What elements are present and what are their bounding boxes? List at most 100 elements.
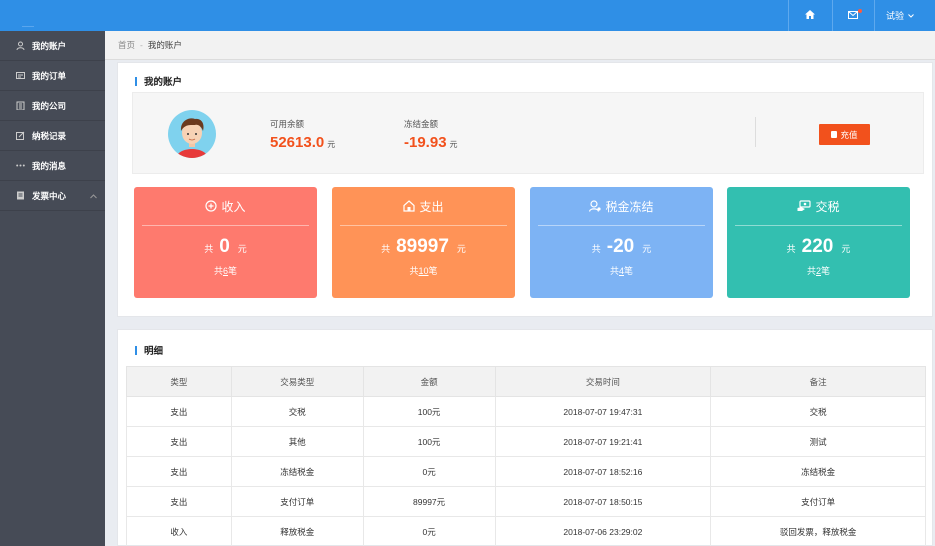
top-bar: 试验 xyxy=(0,0,935,31)
table-cell: 释放税金 xyxy=(230,516,364,546)
amount-unit: 元 xyxy=(237,244,247,254)
tax-paid-card[interactable]: 交税 共 220 元 共2笔 xyxy=(727,187,910,298)
count-suffix: 笔 xyxy=(821,266,831,276)
company-icon xyxy=(15,101,25,111)
house-icon xyxy=(403,200,416,212)
table-row: 收入 释放税金 0元 2018-07-06 23:29:02 驳回发票，释放税金 xyxy=(126,516,926,546)
table-cell: 支付订单 xyxy=(710,486,926,517)
expense-card[interactable]: 支出 共 89997 元 共10笔 xyxy=(332,187,515,298)
card-title: 交税 xyxy=(815,199,840,214)
table-row: 支出 交税 100元 2018-07-07 19:47:31 交税 xyxy=(126,396,926,427)
detail-panel: 明细 类型 交易类型 金额 交易时间 备注 支出 交税 100元 2018-07… xyxy=(117,329,933,546)
user-menu[interactable]: 试验 xyxy=(874,0,926,31)
more-icon xyxy=(15,161,25,171)
table-cell: 支出 xyxy=(126,486,232,517)
sidebar-item-my-account[interactable]: 我的账户 xyxy=(0,31,105,61)
card-amount: 220 xyxy=(801,236,834,257)
count-suffix: 笔 xyxy=(428,266,438,276)
table-cell: 支出 xyxy=(126,396,232,427)
available-balance-label: 可用余额 xyxy=(270,119,305,129)
card-amount: 0 xyxy=(219,236,230,257)
wallet-icon xyxy=(831,131,838,138)
table-cell: 100元 xyxy=(362,396,496,427)
card-divider xyxy=(538,225,705,226)
account-summary: 可用余额 52613.0 元 冻结金额 -19.93 元 充值 xyxy=(132,92,924,174)
table-cell: 89997元 xyxy=(362,486,496,517)
sidebar-item-tax-records[interactable]: 纳税记录 xyxy=(0,121,105,151)
detail-panel-title: 明细 xyxy=(135,343,163,357)
currency-unit: 元 xyxy=(449,140,458,149)
recharge-button[interactable]: 充值 xyxy=(819,124,870,145)
card-title: 支出 xyxy=(419,199,444,214)
summary-divider xyxy=(755,117,756,147)
edit-icon xyxy=(15,131,25,141)
account-panel: 我的账户 可用余额 52613.0 元 冻结金额 -19.93 元 充值 收入 … xyxy=(117,62,933,317)
table-cell: 0元 xyxy=(362,516,496,546)
available-balance-value: 52613.0 xyxy=(270,134,325,151)
order-icon xyxy=(15,71,25,81)
sidebar-item-label: 我的消息 xyxy=(32,160,67,171)
count-prefix: 共 xyxy=(609,266,619,276)
table-cell: 支付订单 xyxy=(230,486,364,517)
table-cell: 100元 xyxy=(362,426,496,457)
income-icon xyxy=(205,200,218,212)
mail-icon xyxy=(848,10,858,21)
amount-prefix: 共 xyxy=(204,244,214,254)
breadcrumb-current: 我的账户 xyxy=(147,40,182,50)
sidebar-item-invoice-center[interactable]: 发票中心 xyxy=(0,181,105,211)
notification-dot xyxy=(858,9,862,13)
home-button[interactable] xyxy=(788,0,832,31)
count-prefix: 共 xyxy=(806,266,816,276)
sidebar-item-my-messages[interactable]: 我的消息 xyxy=(0,151,105,181)
column-header: 类型 xyxy=(126,366,232,397)
card-divider xyxy=(735,225,902,226)
sidebar-item-my-orders[interactable]: 我的订单 xyxy=(0,61,105,91)
card-amount: 89997 xyxy=(396,236,449,257)
available-balance: 可用余额 52613.0 元 xyxy=(270,118,335,151)
tax-frozen-card[interactable]: 税金冻结 共 -20 元 共4笔 xyxy=(530,187,713,298)
column-header: 备注 xyxy=(710,366,926,397)
card-title: 收入 xyxy=(221,199,246,214)
count-suffix: 笔 xyxy=(624,266,634,276)
table-cell: 收入 xyxy=(126,516,232,546)
column-header: 金额 xyxy=(362,366,496,397)
amount-prefix: 共 xyxy=(591,244,601,254)
card-title: 税金冻结 xyxy=(605,199,654,214)
column-header: 交易类型 xyxy=(230,366,364,397)
user-menu-label: 试验 xyxy=(885,11,904,21)
sidebar: 我的账户 我的订单 我的公司 纳税记录 我的消息 发票中心 xyxy=(0,31,105,546)
amount-unit: 元 xyxy=(456,244,466,254)
mail-button[interactable] xyxy=(832,0,874,31)
breadcrumb: 首页 - 我的账户 xyxy=(105,31,935,60)
count-suffix: 笔 xyxy=(228,266,238,276)
detail-title: 明细 xyxy=(144,346,164,357)
count-prefix: 共 xyxy=(213,266,223,276)
income-card[interactable]: 收入 共 0 元 共6笔 xyxy=(134,187,317,298)
logo-underline xyxy=(22,26,34,27)
table-row: 支出 支付订单 89997元 2018-07-07 18:50:15 支付订单 xyxy=(126,486,926,517)
table-cell: 其他 xyxy=(230,426,364,457)
table-cell: 2018-07-07 19:47:31 xyxy=(494,396,712,427)
sidebar-item-my-company[interactable]: 我的公司 xyxy=(0,91,105,121)
amount-unit: 元 xyxy=(841,244,851,254)
transactions-table: 类型 交易类型 金额 交易时间 备注 支出 交税 100元 2018-07-07… xyxy=(126,366,926,546)
account-title: 我的账户 xyxy=(144,77,183,88)
table-row: 支出 冻结税金 0元 2018-07-07 18:52:16 冻结税金 xyxy=(126,456,926,487)
invoice-icon xyxy=(15,191,25,201)
currency-unit: 元 xyxy=(327,140,336,149)
table-cell: 2018-07-07 18:52:16 xyxy=(494,456,712,487)
table-cell: 交税 xyxy=(710,396,926,427)
frozen-balance-value: -19.93 xyxy=(404,134,447,151)
money-hand-icon xyxy=(797,200,812,212)
card-amount: -20 xyxy=(606,236,635,257)
breadcrumb-home-link[interactable]: 首页 xyxy=(118,39,135,51)
sidebar-item-label: 我的公司 xyxy=(32,100,67,111)
card-count[interactable]: 10 xyxy=(418,266,428,276)
chevron-up-icon xyxy=(90,191,97,201)
card-divider xyxy=(340,225,507,226)
table-cell: 交税 xyxy=(230,396,364,427)
home-icon xyxy=(805,10,815,21)
amount-prefix: 共 xyxy=(786,244,796,254)
table-row: 支出 其他 100元 2018-07-07 19:21:41 测试 xyxy=(126,426,926,457)
table-cell: 冻结税金 xyxy=(710,456,926,487)
